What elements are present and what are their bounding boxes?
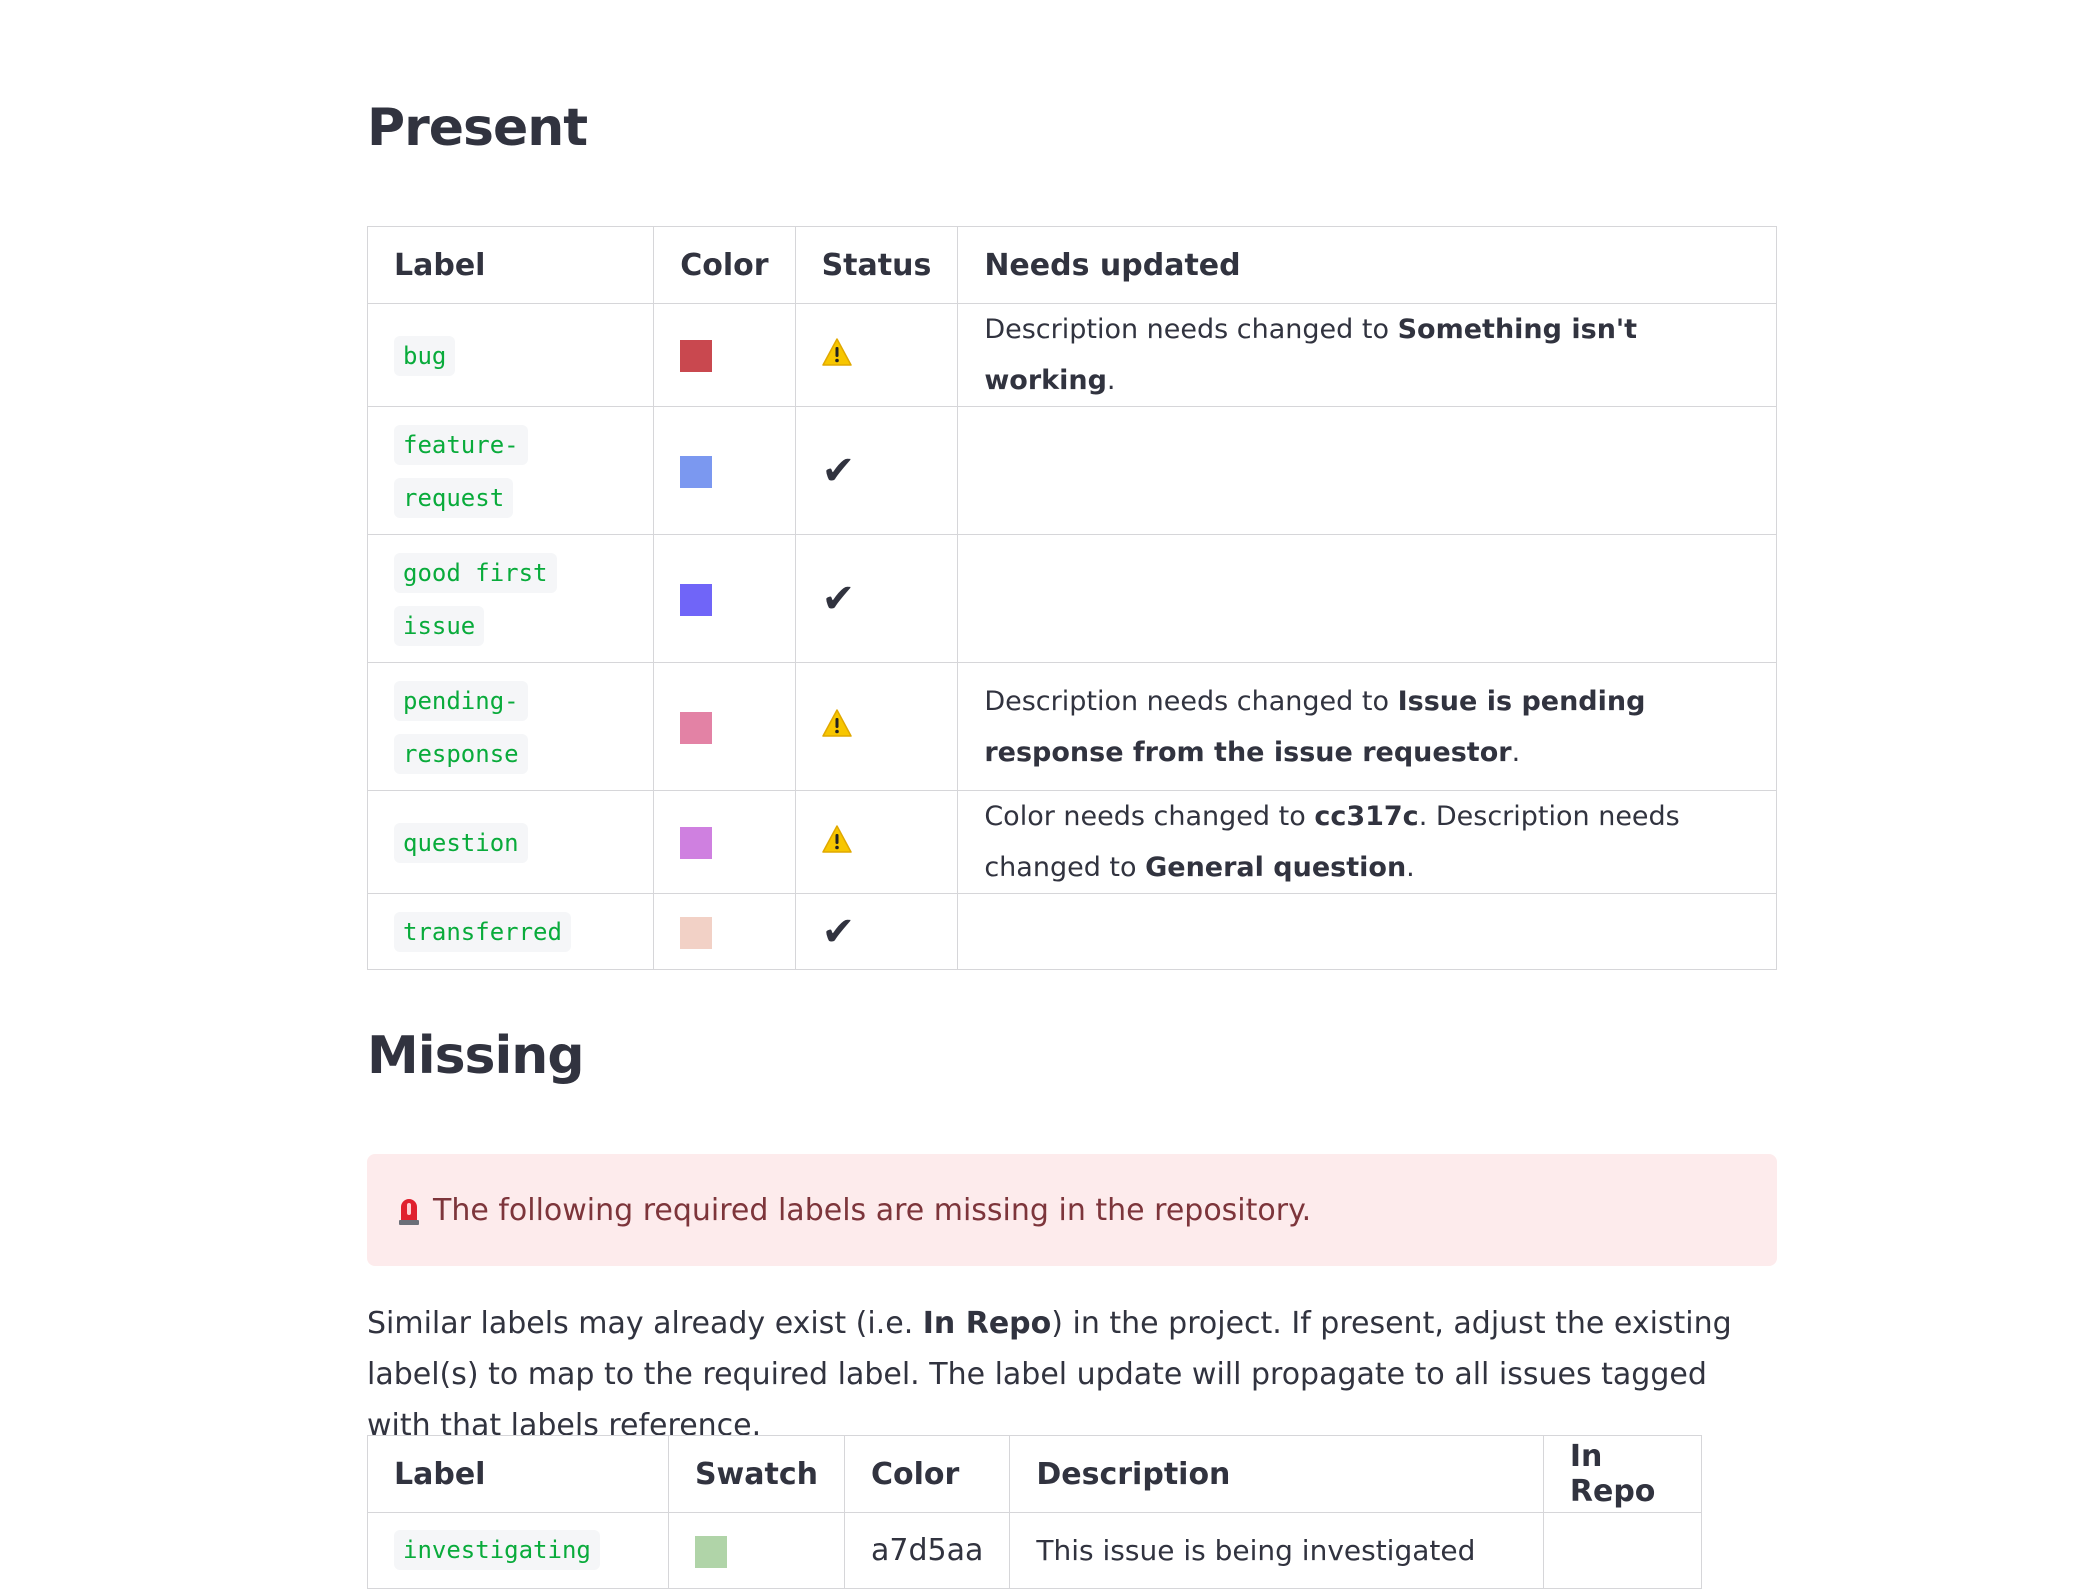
label-code: investigating (394, 1530, 600, 1570)
column-header-color[interactable]: Color (653, 226, 796, 304)
color-cell (653, 406, 796, 535)
warning-icon (821, 825, 852, 860)
color-swatch (680, 340, 713, 372)
missing-explanation: Similar labels may already exist (i.e. I… (367, 1298, 1777, 1451)
column-header-status[interactable]: Status (794, 226, 959, 304)
description-cell: This issue is being investigated (1009, 1512, 1544, 1589)
explanation-text-start: Similar labels may already exist (i.e. (367, 1306, 923, 1341)
label-cell: investigating (367, 1512, 669, 1589)
status-cell (794, 662, 959, 791)
label-cell: pending-response (366, 662, 655, 791)
column-header-color[interactable]: Color (843, 1435, 1011, 1513)
check-icon: ✔ (821, 908, 856, 955)
color-cell (653, 534, 796, 663)
column-header-needs-updated[interactable]: Needs updated (957, 226, 1777, 304)
label-cell: bug (366, 303, 655, 407)
present-table-header: Label Color Status Needs updated (366, 226, 1777, 304)
label-code: good first issue (394, 552, 557, 646)
color-swatch (680, 455, 713, 488)
status-cell: ✔ (794, 534, 959, 663)
missing-table: Label Swatch Color Description In Repo i… (367, 1435, 1703, 1589)
status-cell (794, 303, 959, 407)
label-code: feature-request (394, 424, 528, 518)
missing-table-header: Label Swatch Color Description In Repo (367, 1435, 1703, 1513)
missing-heading: Missing (367, 1026, 585, 1086)
present-row: good first issue ✔ (366, 534, 1777, 663)
column-header-label[interactable]: Label (366, 226, 655, 304)
color-cell (653, 303, 796, 407)
warning-icon (821, 709, 852, 744)
needs-updated-cell (957, 534, 1777, 663)
label-cell: feature-request (366, 406, 655, 535)
present-table: Label Color Status Needs updated bug Desc… (366, 226, 1777, 970)
check-icon: ✔ (821, 575, 856, 622)
needs-updated-cell (957, 406, 1777, 535)
color-cell (653, 893, 796, 970)
needs-prefix: Color needs changed to (984, 801, 1315, 832)
label-code: question (394, 822, 528, 863)
status-cell (794, 790, 959, 894)
swatch-cell (667, 1512, 846, 1589)
label-code: transferred (394, 912, 571, 952)
column-header-description[interactable]: Description (1009, 1435, 1544, 1513)
needs-updated-cell (957, 893, 1777, 970)
needs-updated-cell: Description needs changed to Issue is pe… (957, 662, 1777, 791)
color-swatch (694, 1535, 727, 1568)
color-swatch (680, 583, 713, 616)
color-cell: a7d5aa (843, 1512, 1011, 1589)
present-row: pending-response Description needs change… (366, 662, 1777, 791)
color-cell (653, 662, 796, 791)
in-repo-cell (1542, 1512, 1703, 1589)
label-code: bug (394, 335, 456, 376)
needs-bold-value-2: General question (1145, 852, 1407, 883)
color-swatch (680, 827, 713, 859)
needs-prefix: Description needs changed to (984, 314, 1398, 345)
column-header-label[interactable]: Label (367, 1435, 669, 1513)
present-row: feature-request ✔ (366, 406, 1777, 535)
needs-updated-cell: Color needs changed to cc317c. Descripti… (957, 790, 1777, 894)
missing-alert-text: The following required labels are missin… (433, 1192, 1312, 1228)
present-heading: Present (367, 98, 588, 158)
status-cell: ✔ (794, 893, 959, 970)
column-header-swatch[interactable]: Swatch (667, 1435, 846, 1513)
color-swatch (680, 711, 713, 744)
warning-icon (821, 338, 852, 373)
needs-suffix: . (1106, 365, 1116, 396)
needs-suffix: . (1406, 852, 1415, 883)
needs-suffix: . (1511, 736, 1521, 768)
status-cell: ✔ (794, 406, 959, 535)
rotating-light-icon (399, 1199, 419, 1225)
needs-prefix: Description needs changed to (984, 685, 1398, 717)
present-row: bug Description needs changed to Somethin… (366, 303, 1777, 407)
color-cell (653, 790, 796, 894)
check-icon: ✔ (821, 447, 856, 494)
present-row: question Color needs changed to cc317c. D… (366, 790, 1777, 894)
explanation-bold: In Repo (922, 1306, 1052, 1341)
label-cell: question (366, 790, 655, 894)
column-header-in-repo[interactable]: In Repo (1542, 1435, 1703, 1513)
color-swatch (680, 916, 713, 949)
label-cell: transferred (366, 893, 655, 970)
needs-bold-value: cc317c (1314, 801, 1419, 832)
label-cell: good first issue (366, 534, 655, 663)
needs-updated-cell: Description needs changed to Something i… (957, 303, 1777, 407)
missing-row: investigating a7d5aa This issue is being i… (367, 1512, 1703, 1589)
description-text: This issue is being investigated (1036, 1534, 1476, 1567)
label-code: pending-response (394, 680, 528, 774)
present-row: transferred ✔ (366, 893, 1777, 970)
color-hex: a7d5aa (871, 1533, 984, 1568)
missing-alert: The following required labels are missin… (367, 1154, 1777, 1266)
